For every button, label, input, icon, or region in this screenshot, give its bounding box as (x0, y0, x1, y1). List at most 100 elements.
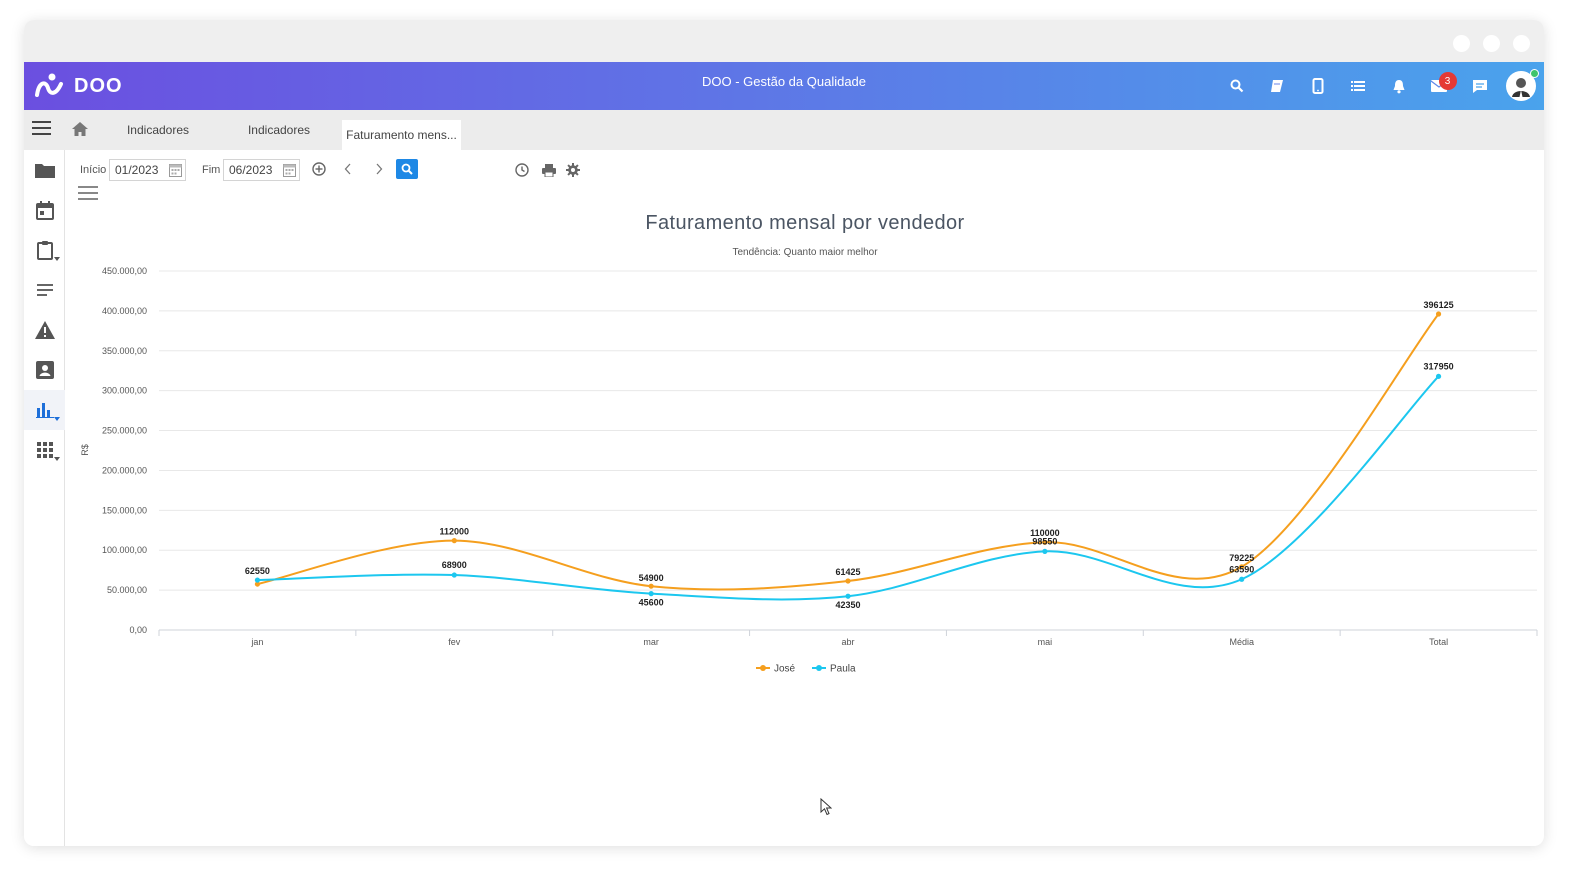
tab-indicadores-2[interactable]: Indicadores (232, 110, 326, 150)
y-tick-label: 100.000,00 (102, 545, 147, 555)
y-tick-label: 400.000,00 (102, 306, 147, 316)
y-tick-label: 50.000,00 (107, 585, 147, 595)
menu-button[interactable] (32, 121, 56, 139)
search-button[interactable] (1217, 62, 1258, 110)
data-label: 61425 (835, 567, 860, 577)
header-actions: 3 (1217, 62, 1545, 110)
alarm-button[interactable] (1379, 62, 1420, 110)
y-tick-label: 150.000,00 (102, 505, 147, 515)
user-avatar-icon (1512, 78, 1530, 97)
data-point (1239, 576, 1245, 582)
warning-icon (34, 321, 55, 339)
sidebar-item-text[interactable] (24, 270, 65, 310)
sidebar-item-calendar[interactable] (24, 190, 65, 230)
y-tick-label: 350.000,00 (102, 346, 147, 356)
home-icon (72, 122, 88, 136)
data-point (648, 591, 654, 597)
tab-bar: Indicadores Indicadores Faturamento mens… (24, 110, 1544, 150)
data-point (845, 593, 851, 599)
y-tick-label: 0,00 (129, 625, 147, 635)
y-tick-label: 300.000,00 (102, 386, 147, 396)
x-tick-label: Média (1229, 637, 1254, 647)
sidebar-item-warnings[interactable] (24, 310, 65, 350)
main-content: Início 01/2023 Fim 06/2023 Faturamento m… (66, 150, 1544, 846)
contact-card-icon (35, 361, 54, 379)
mail-button[interactable]: 3 (1419, 62, 1460, 110)
online-status-dot (1530, 69, 1539, 78)
data-point (1435, 373, 1442, 379)
calendar-icon (35, 200, 54, 220)
mail-badge: 3 (1438, 72, 1457, 90)
sidebar-item-apps[interactable] (24, 430, 65, 470)
sidebar-item-clipboard[interactable] (24, 230, 65, 270)
series-line-josé (257, 313, 1440, 591)
chat-button[interactable] (1460, 62, 1501, 110)
data-point (1042, 548, 1048, 554)
legend-marker (816, 665, 822, 671)
y-axis-label: R$ (80, 444, 90, 456)
data-point (1435, 311, 1442, 317)
chat-icon (1472, 79, 1487, 93)
apps-grid-icon (36, 442, 53, 458)
dropdown-caret (54, 417, 60, 421)
legend-marker (760, 665, 766, 671)
text-lines-icon (36, 284, 53, 296)
x-tick-label: jan (250, 637, 263, 647)
y-tick-label: 250.000,00 (102, 426, 147, 436)
data-label: 112000 (440, 527, 470, 537)
data-label: 54900 (639, 573, 664, 583)
tab-faturamento[interactable]: Faturamento mens... (342, 120, 461, 150)
tab-indicadores-1[interactable]: Indicadores (112, 110, 204, 150)
dropdown-caret (54, 257, 60, 261)
x-tick-label: mai (1038, 637, 1053, 647)
data-label: 45600 (639, 598, 664, 608)
sidebar-item-documents[interactable] (24, 150, 65, 190)
sidebar (24, 150, 65, 846)
series-line-paula (257, 375, 1440, 601)
dropdown-caret (54, 457, 60, 461)
mobile-icon (1312, 78, 1324, 94)
data-label: 396125 (1424, 300, 1454, 310)
bar-chart-icon (35, 403, 54, 418)
folder-icon (34, 164, 55, 178)
clipboard-icon (36, 241, 53, 260)
sidebar-item-contacts[interactable] (24, 350, 65, 390)
list-button[interactable] (1338, 62, 1379, 110)
x-tick-label: abr (841, 637, 854, 647)
hamburger-icon (32, 121, 51, 135)
data-label: 62550 (245, 566, 270, 576)
data-point (648, 583, 654, 589)
search-icon (1230, 79, 1244, 93)
data-label: 42350 (835, 600, 860, 610)
y-tick-label: 450.000,00 (102, 266, 147, 276)
legend-item-josé: José (774, 664, 796, 675)
x-tick-label: Total (1429, 637, 1448, 647)
app-window: DOO DOO - Gestão da Qualidade 3 Indicado… (24, 20, 1544, 846)
y-tick-label: 200.000,00 (102, 465, 147, 475)
list-icon (1351, 81, 1366, 91)
data-label: 317950 (1424, 361, 1454, 371)
app-header: DOO DOO - Gestão da Qualidade 3 (24, 62, 1544, 110)
data-label: 63590 (1229, 564, 1254, 574)
book-button[interactable] (1257, 62, 1298, 110)
data-label: 79225 (1229, 553, 1254, 563)
legend-item-paula: Paula (830, 664, 856, 675)
mobile-button[interactable] (1298, 62, 1339, 110)
data-point (451, 572, 457, 578)
mouse-cursor-icon (820, 798, 832, 816)
window-control-dot[interactable] (1453, 35, 1470, 52)
data-label: 98550 (1032, 536, 1057, 546)
book-icon (1271, 80, 1284, 92)
x-tick-label: mar (643, 637, 659, 647)
data-point (845, 578, 851, 584)
window-control-dot[interactable] (1513, 35, 1530, 52)
line-chart: 0,00 50.000,00 100.000,00 150.000,00 200.000… (80, 266, 1538, 675)
sidebar-item-charts[interactable] (24, 390, 65, 430)
home-button[interactable] (72, 122, 88, 141)
data-point (254, 577, 261, 583)
bell-icon (1393, 80, 1405, 94)
window-control-dot[interactable] (1483, 35, 1500, 52)
x-tick-label: fev (448, 637, 461, 647)
data-label: 68900 (442, 560, 467, 570)
user-avatar[interactable] (1506, 69, 1539, 101)
